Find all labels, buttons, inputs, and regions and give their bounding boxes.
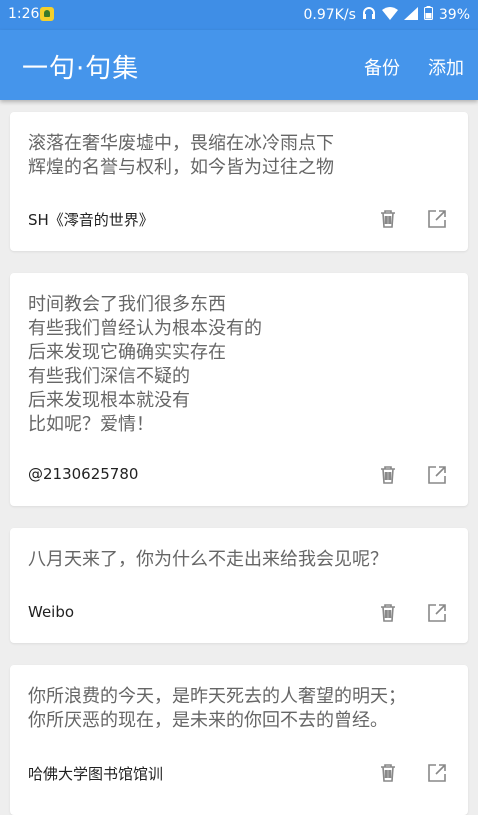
trash-icon[interactable] <box>377 464 399 486</box>
sentence-card[interactable]: 你所浪费的今天，是昨天死去的人奢望的明天； 你所厌恶的现在，是未来的你回不去的曾… <box>10 665 468 815</box>
sentence-text: 你所浪费的今天，是昨天死去的人奢望的明天； 你所厌恶的现在，是未来的你回不去的曾… <box>28 686 406 731</box>
sentence-text: 滚落在奢华废墟中，畏缩在冰冷雨点下 辉煌的名誉与权利，如今皆为过往之物 <box>28 133 334 178</box>
sentence-source: @2130625780 <box>28 465 139 483</box>
sentence-text: 时间教会了我们很多东西 有些我们曾经认为根本没有的 后来发现它确确实实存在 有些… <box>28 294 262 435</box>
sentence-text: 八月天来了，你为什么不走出来给我会见呢？ <box>28 549 388 570</box>
status-right-group: 0.97K/s 39% <box>303 6 470 24</box>
share-icon[interactable] <box>426 464 448 486</box>
headset-icon <box>362 6 376 24</box>
sentence-card[interactable]: 八月天来了，你为什么不走出来给我会见呢？ Weibo <box>10 528 468 643</box>
share-icon[interactable] <box>426 762 448 784</box>
sentence-card[interactable]: 滚落在奢华废墟中，畏缩在冰冷雨点下 辉煌的名誉与权利，如今皆为过往之物 SH《澪… <box>10 112 468 251</box>
backup-button[interactable]: 备份 <box>364 54 400 80</box>
trash-icon[interactable] <box>377 208 399 230</box>
sentence-source: 哈佛大学图书馆馆训 <box>28 765 164 783</box>
sentence-card[interactable]: 时间教会了我们很多东西 有些我们曾经认为根本没有的 后来发现它确确实实存在 有些… <box>10 273 468 506</box>
sentence-source: SH《澪音的世界》 <box>28 211 154 229</box>
sentence-source: Weibo <box>28 603 75 621</box>
wifi-icon <box>381 6 398 24</box>
share-icon[interactable] <box>426 208 448 230</box>
page-title: 一句·句集 <box>22 54 140 84</box>
signal-icon <box>403 6 418 24</box>
notification-app-icon <box>40 7 54 21</box>
battery-percent: 39% <box>438 7 470 23</box>
battery-icon <box>423 6 433 24</box>
app-bar: 一句·句集 备份 添加 <box>0 30 478 100</box>
trash-icon[interactable] <box>377 762 399 784</box>
status-bar: 1:26 0.97K/s 39% <box>0 0 478 30</box>
status-time: 1:26 <box>8 6 40 22</box>
network-speed: 0.97K/s <box>303 7 356 23</box>
share-icon[interactable] <box>426 602 448 624</box>
trash-icon[interactable] <box>377 602 399 624</box>
add-button[interactable]: 添加 <box>428 54 464 80</box>
